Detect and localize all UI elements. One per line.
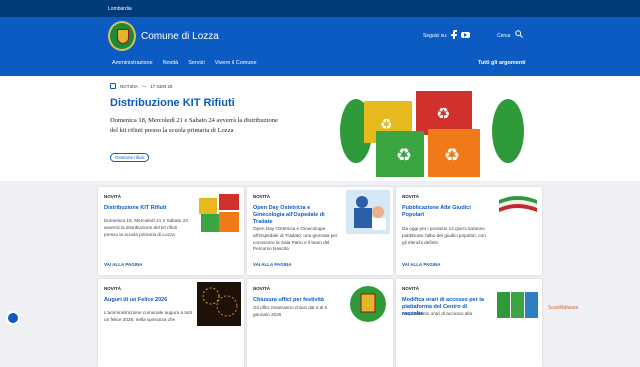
card-text: Open Day Ostetricia e Ginecologia all'Os… bbox=[253, 226, 338, 252]
recycling-bins-thumbnail bbox=[199, 194, 239, 232]
calendar-icon bbox=[110, 83, 116, 89]
card-kicker: NOVITÀ bbox=[253, 286, 271, 291]
card-text: L'amministrazione comunale augura a tutt… bbox=[104, 310, 192, 322]
news-card[interactable]: NOVITÀ Modifica orari di accesso per la … bbox=[396, 279, 542, 367]
recycle-icon: ♻ bbox=[380, 117, 393, 133]
news-card[interactable]: NOVITÀ Pubblicazione Albi Giudici Popola… bbox=[396, 187, 542, 275]
card-link[interactable]: VAI ALLA PAGINA bbox=[104, 262, 143, 267]
nav-item-amministrazione[interactable]: Amministrazione bbox=[112, 60, 153, 66]
social-label: Seguici su: bbox=[423, 33, 448, 39]
all-topics-link[interactable]: Tutti gli argomenti bbox=[478, 60, 526, 66]
nav-item-servizi[interactable]: Servizi bbox=[188, 60, 205, 66]
news-card[interactable]: NOVITÀ Auguri di un Felice 2026 L'ammini… bbox=[98, 279, 244, 367]
card-title[interactable]: Distribuzione KIT Rifiuti bbox=[104, 205, 190, 212]
security-badge[interactable]: ScanMalware bbox=[548, 305, 578, 311]
accessibility-button[interactable] bbox=[6, 311, 20, 325]
card-title[interactable]: Chiusura uffici per festività bbox=[253, 297, 339, 304]
card-link[interactable]: VAI ALLA PAGINA bbox=[253, 262, 292, 267]
card-kicker: NOVITÀ bbox=[253, 194, 271, 199]
news-card[interactable]: NOVITÀ Chiusura uffici per festività Gli… bbox=[247, 279, 393, 367]
municipality-crest-logo[interactable] bbox=[108, 21, 136, 51]
card-kicker: NOVITÀ bbox=[104, 194, 122, 199]
site-title[interactable]: Comune di Lozza bbox=[141, 31, 219, 42]
recycling-bins-illustration: ♻ ♻ ♻ ♻ bbox=[340, 91, 524, 177]
news-card[interactable]: NOVITÀ Open Day Ostetricia e Ginecologia… bbox=[247, 187, 393, 275]
search-label[interactable]: Cerca bbox=[497, 33, 510, 39]
main-nav: Amministrazione Novità Servizi Vivere il… bbox=[112, 60, 257, 66]
card-link[interactable]: VAI ALLA PAGINA bbox=[402, 262, 441, 267]
card-kicker: NOVITÀ bbox=[104, 286, 122, 291]
hero-text: Domenica 18, Mercoledì 21 e Sabato 24 av… bbox=[110, 117, 278, 134]
fireworks-thumbnail bbox=[197, 282, 241, 326]
recycle-icon: ♻ bbox=[436, 104, 450, 123]
hero-kicker-label: NOTIZIA bbox=[120, 83, 138, 89]
recycle-icon: ♻ bbox=[444, 145, 460, 166]
card-title[interactable]: Open Day Ostetricia e Ginecologia all'Os… bbox=[253, 205, 339, 226]
italian-flag-thumbnail bbox=[495, 190, 539, 234]
card-text: Gli uffici rimarranno chiusi dal 2 al 5 … bbox=[253, 305, 328, 317]
hero-kicker: NOTIZIA — 17 GEN 26 bbox=[110, 83, 173, 89]
hero-title[interactable]: Distribuzione KIT Rifiuti bbox=[110, 97, 235, 109]
card-text: Ampliamento orari di accesso alla bbox=[402, 311, 473, 316]
hero-tag[interactable]: Gestione rifiuti bbox=[110, 153, 149, 162]
nav-item-novita[interactable]: Novità bbox=[163, 60, 179, 66]
maternity-thumbnail bbox=[346, 190, 390, 234]
card-title[interactable]: Pubblicazione Albi Giudici Popolari bbox=[402, 205, 488, 219]
card-text: Da oggi per i prossimi 14 giorni saranno… bbox=[402, 226, 486, 245]
featured-news: NOTIZIA — 17 GEN 26 Distribuzione KIT Ri… bbox=[0, 76, 640, 181]
card-text: Domenica 18, Mercoledì 21 e Sabato 24 av… bbox=[104, 218, 188, 237]
news-card[interactable]: NOVITÀ Distribuzione KIT Rifiuti Domenic… bbox=[98, 187, 244, 275]
site-header: Comune di Lozza Seguici su: Cerca Ammini… bbox=[0, 17, 640, 76]
region-bar: Lombardia bbox=[0, 0, 640, 17]
youtube-icon[interactable] bbox=[461, 32, 470, 38]
facebook-icon[interactable] bbox=[451, 30, 457, 39]
search-icon[interactable] bbox=[515, 30, 523, 38]
region-label[interactable]: Lombardia bbox=[108, 6, 132, 12]
card-kicker: NOVITÀ bbox=[402, 194, 420, 199]
municipality-crest-thumbnail bbox=[346, 282, 390, 326]
card-title[interactable]: Auguri di un Felice 2026 bbox=[104, 297, 190, 304]
recycling-bins-thumbnail bbox=[497, 292, 538, 318]
hero-date: 17 GEN 26 bbox=[150, 83, 173, 89]
card-kicker: NOVITÀ bbox=[402, 286, 420, 291]
nav-item-vivere[interactable]: Vivere il Comune bbox=[215, 60, 257, 66]
recycle-icon: ♻ bbox=[396, 145, 412, 166]
